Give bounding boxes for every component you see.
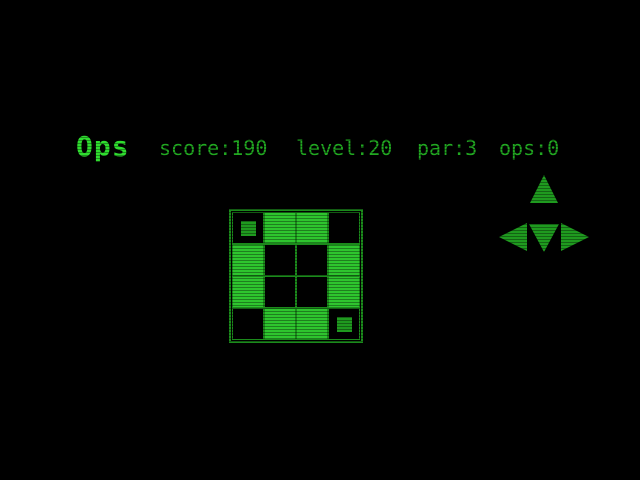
- board-cell[interactable]: [232, 244, 264, 276]
- game-board: [229, 209, 363, 343]
- direction-pad: [497, 174, 593, 254]
- arrow-right-icon[interactable]: [561, 223, 589, 251]
- board-cell[interactable]: [328, 212, 360, 244]
- board-cell[interactable]: [264, 212, 296, 244]
- arrow-down-icon[interactable]: [529, 224, 559, 252]
- board-cell[interactable]: [328, 244, 360, 276]
- game-title: Ops: [76, 130, 130, 163]
- board-cell[interactable]: [296, 276, 328, 308]
- ops-display: ops:0: [499, 136, 560, 160]
- board-cell[interactable]: [264, 244, 296, 276]
- board-cell[interactable]: [232, 212, 264, 244]
- board-cell[interactable]: [328, 308, 360, 340]
- board-cell[interactable]: [232, 308, 264, 340]
- board-cell[interactable]: [296, 212, 328, 244]
- cell-marker: [337, 317, 352, 332]
- board-cell[interactable]: [264, 276, 296, 308]
- board-cell[interactable]: [328, 276, 360, 308]
- par-display: par:3: [417, 136, 478, 160]
- game-screen: Ops score:190 level:20 par:3 ops:0: [0, 0, 640, 480]
- board-cell[interactable]: [296, 308, 328, 340]
- board-cell[interactable]: [296, 244, 328, 276]
- score-display: score:190: [159, 136, 268, 160]
- board-cell[interactable]: [232, 276, 264, 308]
- level-display: level:20: [296, 136, 393, 160]
- cell-marker: [241, 221, 256, 236]
- arrow-up-icon[interactable]: [530, 175, 558, 203]
- arrow-left-icon[interactable]: [499, 223, 527, 251]
- board-cell[interactable]: [264, 308, 296, 340]
